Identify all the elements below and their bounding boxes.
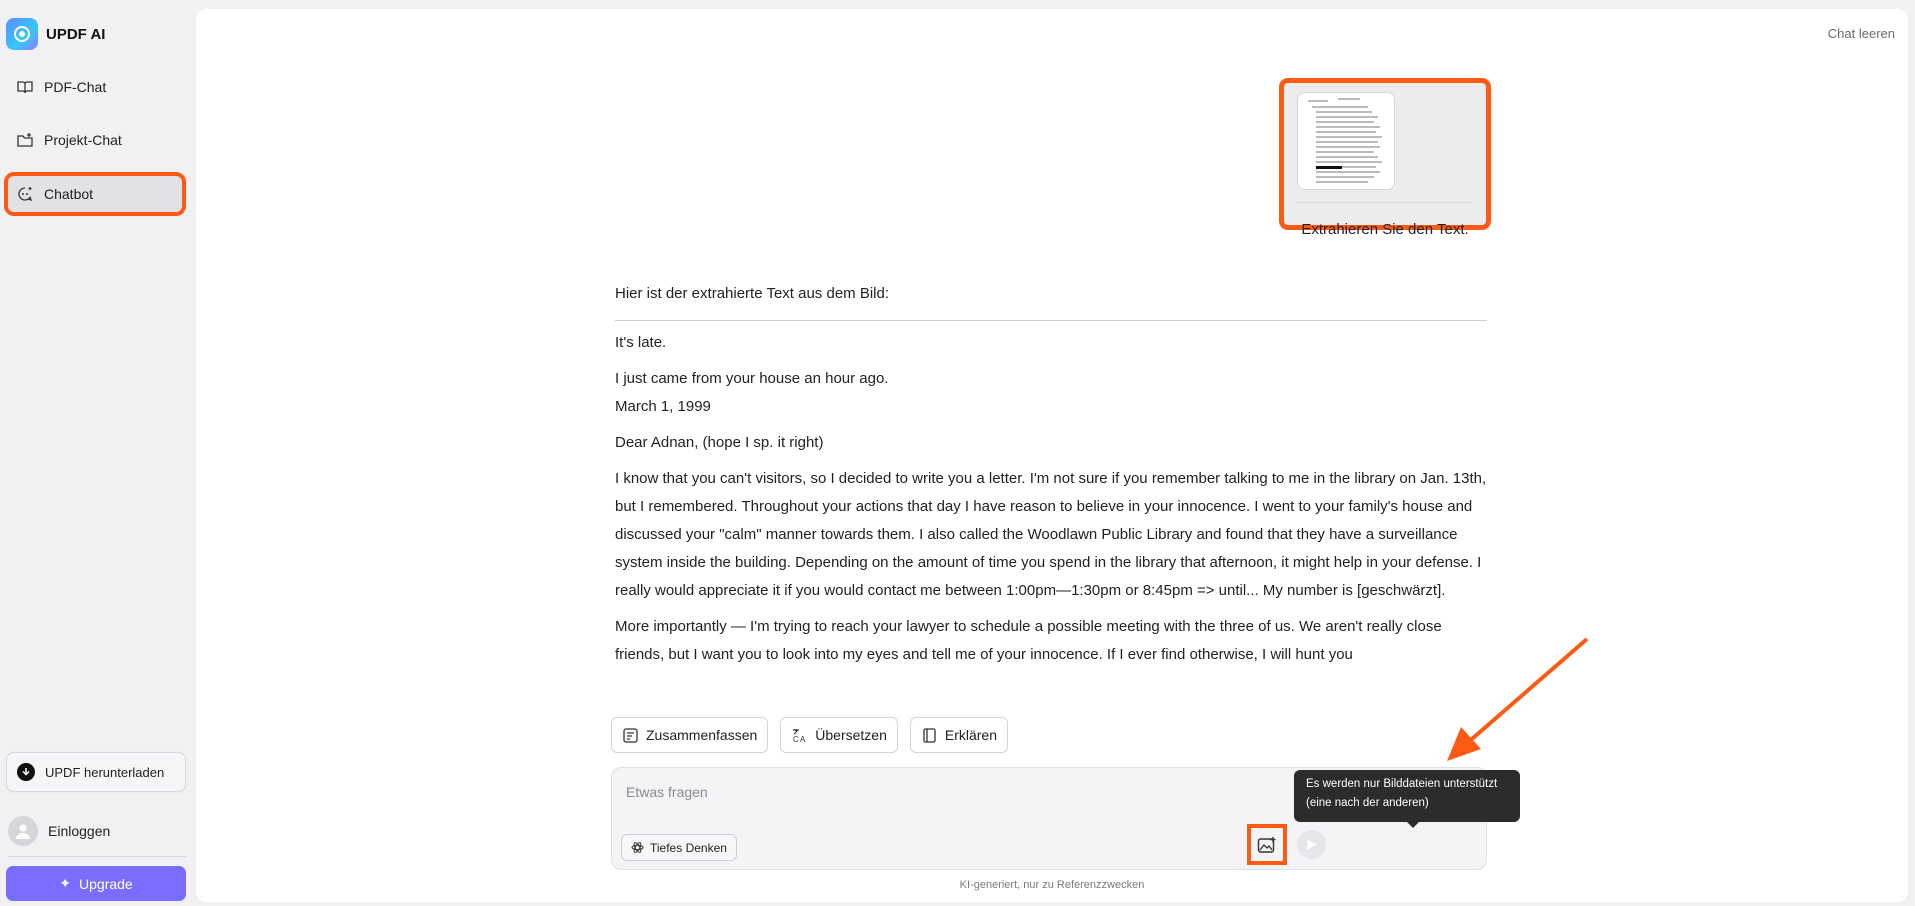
image-upload-tooltip: Es werden nur Bilddateien unterstützt (e… [1294, 770, 1520, 828]
clear-chat-button[interactable]: Chat leeren [1828, 26, 1895, 41]
sidebar-divider [8, 856, 186, 857]
explain-label: Erklären [944, 727, 998, 743]
sidebar-item-projekt-chat[interactable]: Projekt-Chat [8, 122, 182, 158]
book-open-icon [17, 81, 33, 94]
ai-disclaimer: KI-generiert, nur zu Referenzzwecken [959, 879, 1145, 891]
summarize-label: Zusammenfassen [646, 727, 758, 743]
assistant-divider [615, 320, 1487, 321]
deep-think-label: Tiefes Denken [650, 840, 727, 855]
assistant-intro: Hier ist der extrahierte Text aus dem Bi… [615, 285, 890, 302]
assistant-paragraph: March 1, 1999 [615, 398, 711, 415]
explain-button[interactable]: Erklären [909, 717, 1009, 753]
chat-panel: Chat leeren Extrahieren Sie den Text. Hi… [196, 9, 1908, 902]
svg-text:C: C [793, 735, 799, 744]
sidebar: UPDF AI PDF-Chat Projekt-Chat Chatbot UP… [0, 0, 195, 906]
quick-actions: Zusammenfassen AC Übersetzen Erklären [611, 717, 1009, 753]
uploaded-image-thumbnail[interactable] [1297, 92, 1395, 190]
sidebar-item-label: Projekt-Chat [44, 132, 122, 148]
brand[interactable]: UPDF AI [6, 18, 105, 50]
tooltip-line: Es werden nur Bilddateien unterstützt [1306, 778, 1498, 790]
translate-button[interactable]: AC Übersetzen [780, 717, 898, 753]
login-label: Einloggen [48, 823, 111, 839]
send-icon [1306, 839, 1317, 850]
assistant-paragraph: I just came from your house an hour ago. [615, 370, 889, 387]
translate-label: Übersetzen [815, 727, 887, 743]
translate-icon: AC [793, 728, 806, 744]
user-avatar-icon [8, 816, 38, 846]
deep-think-toggle[interactable]: Tiefes Denken [621, 834, 737, 861]
download-icon [17, 763, 35, 781]
send-button[interactable] [1297, 830, 1326, 859]
brand-title: UPDF AI [46, 25, 106, 43]
book-icon [923, 727, 936, 743]
assistant-paragraph: Dear Adnan, (hope I sp. it right) [615, 434, 824, 451]
folder-plus-icon [17, 133, 33, 147]
upgrade-label: Upgrade [79, 875, 133, 892]
image-upload-icon [1257, 836, 1276, 853]
sidebar-item-label: Chatbot [44, 186, 94, 202]
sidebar-item-pdf-chat[interactable]: PDF-Chat [8, 69, 182, 105]
updf-ai-logo-icon [6, 18, 38, 50]
chat-input[interactable] [626, 780, 1146, 804]
svg-text:A: A [800, 735, 806, 744]
summarize-button[interactable]: Zusammenfassen [611, 717, 769, 753]
user-message-divider [1296, 202, 1472, 203]
chatbot-icon [18, 187, 33, 202]
atom-icon [631, 842, 644, 853]
image-upload-button[interactable] [1247, 824, 1287, 865]
assistant-paragraph: It's late. [615, 334, 667, 351]
assistant-paragraph: I know that you can't visitors, so I dec… [615, 470, 1487, 599]
upgrade-button[interactable]: ✦ Upgrade [6, 866, 186, 901]
sidebar-item-label: PDF-Chat [44, 79, 107, 95]
download-label: UPDF herunterladen [45, 764, 165, 780]
tooltip-line: (eine nach der anderen) [1306, 797, 1429, 809]
user-message: Extrahieren Sie den Text. [1279, 78, 1491, 238]
user-message-text: Extrahieren Sie den Text. [1301, 221, 1469, 238]
sparkle-icon: ✦ [59, 875, 72, 891]
assistant-paragraph: More importantly — I'm trying to reach y… [615, 618, 1442, 663]
summarize-icon [623, 727, 638, 743]
annotation-arrow-icon [1447, 637, 1589, 761]
assistant-message: Hier ist der extrahierte Text aus dem Bi… [615, 280, 1487, 669]
login-button[interactable]: Einloggen [8, 816, 110, 846]
download-updf-button[interactable]: UPDF herunterladen [6, 752, 186, 792]
sidebar-item-chatbot[interactable]: Chatbot [4, 172, 186, 216]
